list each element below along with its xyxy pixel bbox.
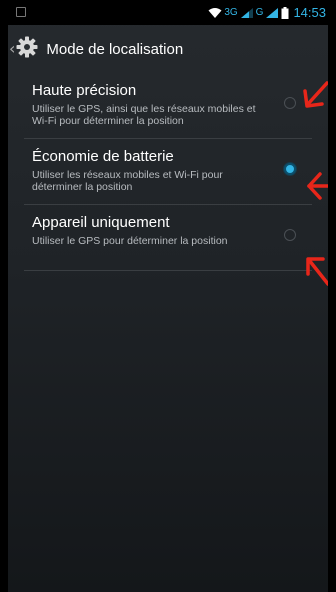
- settings-screen: 3G G 14:53 ‹ Mode de localisation Haute …: [8, 0, 328, 592]
- wifi-icon: [208, 7, 222, 19]
- location-mode-list: Haute précision Utiliser le GPS, ainsi q…: [8, 73, 328, 271]
- annotation-arrow-icon: [306, 257, 328, 286]
- action-bar: ‹ Mode de localisation: [8, 25, 328, 73]
- option-battery-saving[interactable]: Économie de batterie Utiliser les réseau…: [24, 139, 312, 205]
- battery-icon: [281, 6, 289, 19]
- signal-icon-2: [265, 7, 279, 19]
- back-caret-icon: ‹: [9, 39, 16, 58]
- option-title: Haute précision: [32, 82, 137, 99]
- radio-button-device-only[interactable]: [284, 229, 296, 241]
- option-title: Économie de batterie: [32, 148, 174, 165]
- signal-icon: [240, 7, 254, 19]
- option-title: Appareil uniquement: [32, 214, 170, 231]
- radio-button-battery-saving[interactable]: [284, 163, 296, 175]
- network-3g-label: 3G: [224, 7, 238, 18]
- up-button[interactable]: ‹: [8, 25, 38, 73]
- annotation-arrow-icon: [303, 81, 328, 108]
- option-summary: Utiliser le GPS, ainsi que les réseaux m…: [32, 103, 256, 127]
- option-high-accuracy[interactable]: Haute précision Utiliser le GPS, ainsi q…: [24, 73, 312, 139]
- annotation-arrow-icon: [307, 172, 328, 200]
- radio-button-high-accuracy[interactable]: [284, 97, 296, 109]
- gear-icon: [16, 36, 38, 62]
- notification-icon: [16, 7, 26, 17]
- option-summary: Utiliser les réseaux mobiles et Wi-Fi po…: [32, 169, 223, 193]
- option-device-only[interactable]: Appareil uniquement Utiliser le GPS pour…: [24, 205, 312, 271]
- status-bar: 3G G 14:53: [8, 0, 328, 25]
- network-g-label: G: [255, 7, 264, 18]
- status-icons: 3G G 14:53: [208, 0, 326, 25]
- page-title: Mode de localisation: [46, 40, 184, 58]
- clock: 14:53: [293, 5, 326, 20]
- option-summary: Utiliser le GPS pour déterminer la posit…: [32, 235, 228, 247]
